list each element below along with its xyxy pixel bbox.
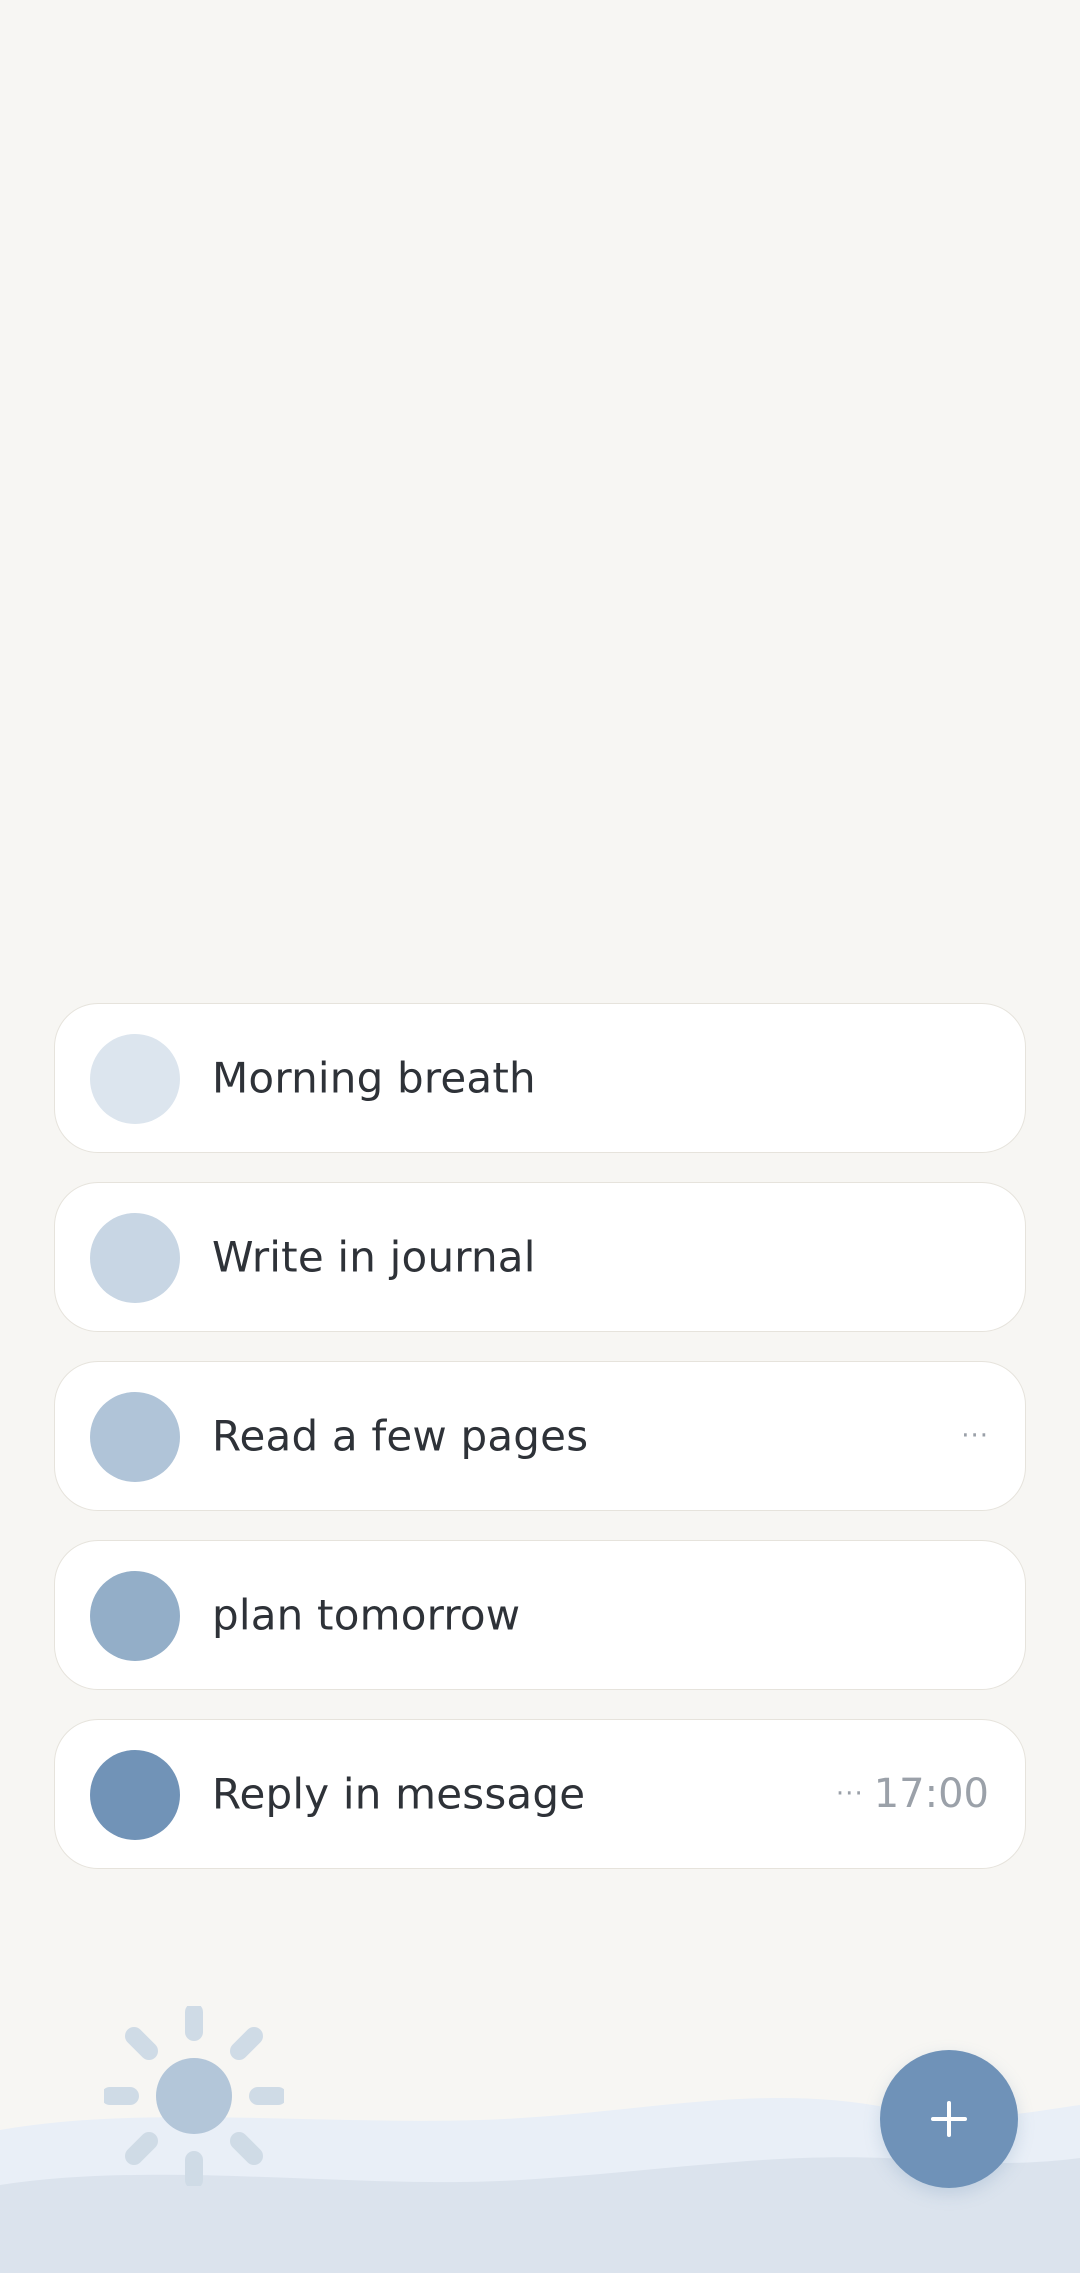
task-status-circle[interactable]: [90, 1571, 180, 1661]
task-meta: ··· 17:00: [836, 1771, 989, 1817]
task-status-circle[interactable]: [90, 1213, 180, 1303]
task-card-morning-breath[interactable]: Morning breath: [54, 1003, 1026, 1153]
task-time: 17:00: [873, 1771, 989, 1817]
task-status-circle[interactable]: [90, 1392, 180, 1482]
task-list: Morning breath Write in journal Read a f…: [54, 1003, 1026, 1898]
task-label: Write in journal: [212, 1232, 536, 1282]
task-meta: ···: [961, 1423, 989, 1449]
task-label: Morning breath: [212, 1053, 536, 1103]
task-status-circle[interactable]: [90, 1750, 180, 1840]
task-card-write-in-journal[interactable]: Write in journal: [54, 1182, 1026, 1332]
more-dots-icon[interactable]: ···: [836, 1781, 864, 1807]
task-card-read-a-few-pages[interactable]: Read a few pages ···: [54, 1361, 1026, 1511]
task-card-reply-in-message[interactable]: Reply in message ··· 17:00: [54, 1719, 1026, 1869]
task-label: plan tomorrow: [212, 1590, 521, 1640]
sun-icon: [104, 2006, 284, 2186]
task-card-plan-tomorrow[interactable]: plan tomorrow: [54, 1540, 1026, 1690]
task-status-circle[interactable]: [90, 1034, 180, 1124]
add-task-button[interactable]: [880, 2050, 1018, 2188]
task-label: Reply in message: [212, 1769, 586, 1819]
plus-icon: [931, 2101, 967, 2137]
more-dots-icon[interactable]: ···: [961, 1423, 989, 1449]
task-label: Read a few pages: [212, 1411, 589, 1461]
